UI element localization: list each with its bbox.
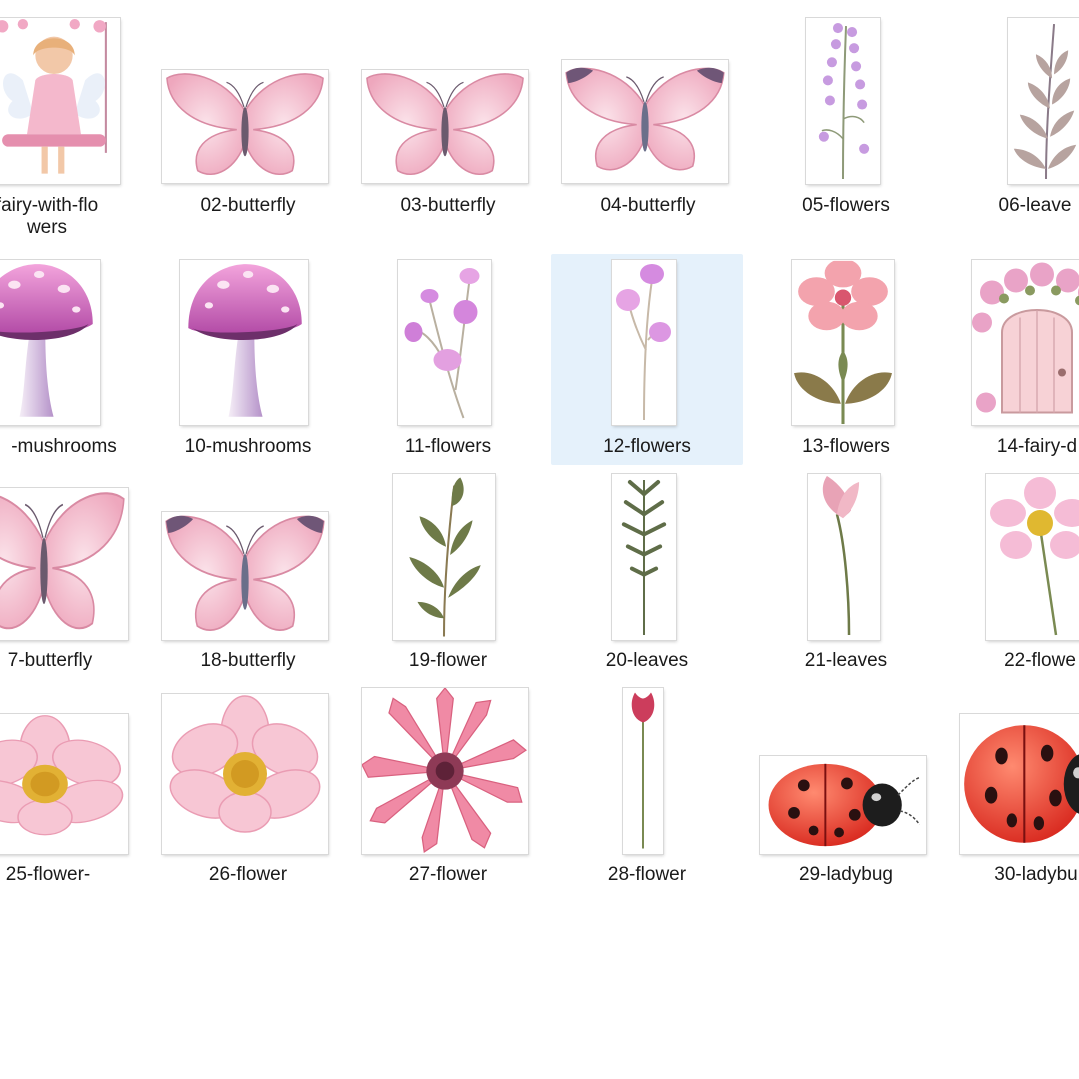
mushroom-icon[interactable] xyxy=(180,260,308,425)
pink-flower-icon[interactable] xyxy=(0,714,128,854)
butterfly-icon[interactable] xyxy=(162,512,328,640)
ladybug-icon[interactable] xyxy=(960,714,1079,854)
butterfly-icon[interactable] xyxy=(562,60,728,183)
file-label: 05-flowers xyxy=(802,195,890,216)
star-flower-icon[interactable] xyxy=(362,688,528,854)
file-label: 13-flowers xyxy=(802,436,890,457)
file-label: 26-flower xyxy=(208,864,288,885)
mushroom-icon[interactable] xyxy=(0,260,100,425)
file-label: 25-flower- xyxy=(5,864,91,885)
tulip-bud-icon[interactable] xyxy=(808,474,880,640)
butterfly-icon[interactable] xyxy=(0,488,128,640)
flower-buds-icon[interactable] xyxy=(398,260,491,425)
file-label: 14-fairy-d xyxy=(996,436,1078,457)
pink-flower-icon[interactable] xyxy=(792,260,894,425)
file-label: 04-butterfly xyxy=(600,195,696,216)
butterfly-icon[interactable] xyxy=(362,70,528,183)
file-label: 20-leaves xyxy=(605,650,689,671)
file-label: 19-flower xyxy=(408,650,488,671)
file-label: 7-butterfly xyxy=(7,650,93,671)
file-label: 18-butterfly xyxy=(200,650,296,671)
file-label: 06-leave xyxy=(998,195,1072,216)
butterfly-icon[interactable] xyxy=(162,70,328,183)
file-label: 21-leaves xyxy=(804,650,888,671)
cosmos-flower-icon[interactable] xyxy=(986,474,1079,640)
file-label: 12-flowers xyxy=(603,436,691,457)
file-label: 10-mushrooms xyxy=(184,436,312,457)
lavender-sprig-icon[interactable] xyxy=(806,18,880,184)
file-label: 22-flowe xyxy=(1004,650,1076,671)
file-label: 28-flower xyxy=(607,864,687,885)
file-label: 03-butterfly xyxy=(400,195,496,216)
fairy-door-icon[interactable] xyxy=(972,260,1079,425)
file-label: 27-flower xyxy=(408,864,488,885)
file-label: fairy-with-flo wers xyxy=(0,195,99,238)
flower-buds-icon[interactable] xyxy=(612,260,676,425)
pink-flower-icon[interactable] xyxy=(162,694,328,854)
file-label: 11-flowers xyxy=(404,436,492,457)
fairy-swing-icon xyxy=(0,18,120,184)
fern-icon[interactable] xyxy=(612,474,676,640)
file-label: -mushrooms xyxy=(11,436,117,457)
tulip-bud-icon[interactable] xyxy=(623,688,663,854)
file-label: 02-butterfly xyxy=(200,195,296,216)
ladybug-icon[interactable] xyxy=(760,756,926,854)
green-leaves-icon[interactable] xyxy=(393,474,495,640)
file-label: 30-ladybu xyxy=(994,864,1078,885)
leaf-sprig-icon[interactable] xyxy=(1008,18,1079,184)
file-label: 29-ladybug xyxy=(798,864,894,885)
